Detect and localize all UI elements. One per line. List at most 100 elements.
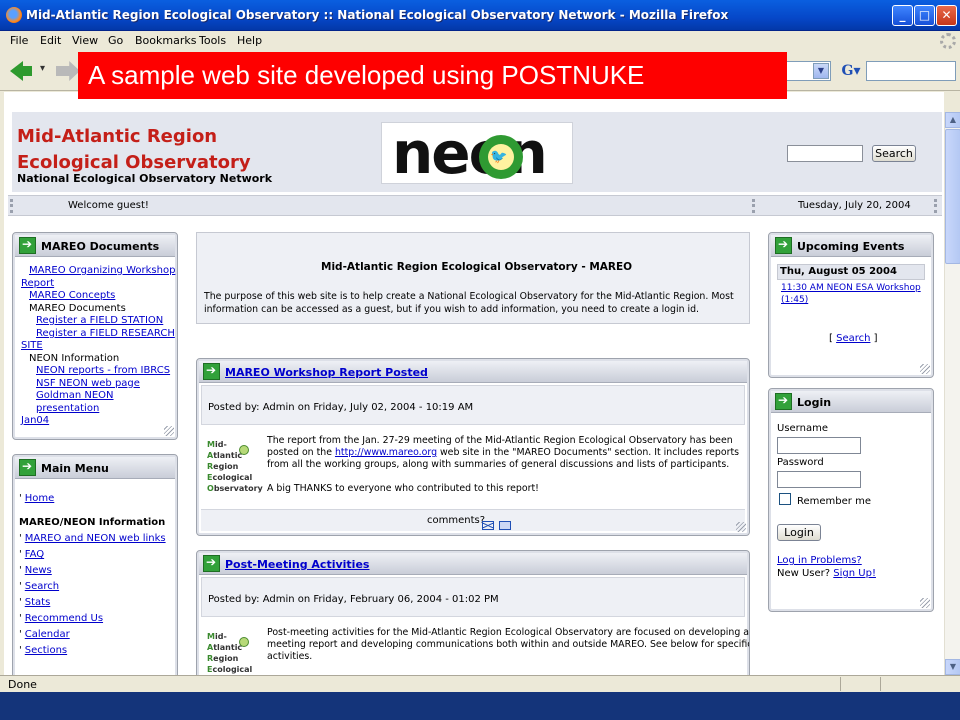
doc-link[interactable]: NEON reports - from IBRCS: [21, 365, 176, 378]
block-title: Main Menu: [41, 462, 109, 475]
scroll-up-icon[interactable]: ▲: [945, 112, 960, 128]
close-button[interactable]: ✕: [936, 5, 957, 26]
logo-word: bservatory: [213, 484, 263, 493]
article-post-meeting: Post-Meeting Activities Posted by: Admin…: [196, 550, 750, 675]
email-icon[interactable]: [482, 515, 494, 534]
menu-go[interactable]: Go: [108, 34, 123, 47]
menu-home-link[interactable]: Home: [25, 493, 55, 504]
google-search-icon[interactable]: G▾: [840, 60, 862, 82]
bird-icon: 🐦: [490, 149, 508, 165]
url-dropdown-icon[interactable]: ▼: [813, 63, 829, 79]
welcome-text: Welcome guest!: [68, 200, 149, 211]
signup-link[interactable]: Sign Up!: [833, 568, 876, 579]
logo-word: cological: [212, 473, 253, 482]
status-bar: Done: [0, 675, 960, 692]
menu-help[interactable]: Help: [237, 34, 262, 47]
login-button[interactable]: Login: [777, 524, 821, 541]
divider: [840, 677, 841, 691]
doc-link[interactable]: NSF NEON web page: [21, 378, 176, 391]
maximize-button[interactable]: □: [914, 5, 935, 26]
article-title-link[interactable]: Post-Meeting Activities: [225, 558, 369, 571]
divider: [752, 199, 755, 213]
article-posted: Posted by: Admin on Friday, February 06,…: [208, 594, 499, 605]
username-field[interactable]: [777, 437, 861, 454]
back-dropdown-icon[interactable]: ▾: [40, 63, 45, 74]
logo-word: egion: [213, 654, 239, 663]
arrow-icon: [775, 237, 792, 254]
events-search-link[interactable]: Search: [836, 333, 870, 344]
menu-link[interactable]: Sections: [25, 645, 67, 656]
menu-file[interactable]: File: [10, 34, 28, 47]
doc-link[interactable]: SITE: [21, 340, 176, 353]
doc-section: MAREO Documents: [29, 302, 126, 314]
menu-link[interactable]: Recommend Us: [25, 613, 103, 624]
doc-link[interactable]: Report: [21, 278, 176, 291]
doc-link[interactable]: MAREO Concepts: [21, 290, 176, 303]
arrow-icon: [19, 459, 36, 476]
article-meta: Posted by: Admin on Friday, July 02, 200…: [201, 385, 745, 425]
article-text: web site in the "MAREO Documents" sectio…: [437, 447, 740, 458]
vertical-scrollbar[interactable]: ▲ ▼: [944, 112, 960, 675]
scrollbar-thumb[interactable]: [945, 129, 960, 264]
mareo-logo: Mid- Atlantic Region Ecological: [207, 631, 252, 675]
menu-link[interactable]: Search: [25, 581, 59, 592]
forward-arrow-icon[interactable]: [56, 61, 80, 81]
article-text: posted on the: [267, 447, 335, 458]
menu-tools[interactable]: Tools: [199, 34, 226, 47]
event-link[interactable]: 11:30 AM NEON ESA Workshop: [781, 283, 921, 293]
menu-link[interactable]: Stats: [25, 597, 51, 608]
site-title: Mid-Atlantic Region Ecological Observato…: [17, 124, 251, 176]
comments-link[interactable]: comments?: [427, 515, 485, 528]
scroll-down-icon[interactable]: ▼: [945, 659, 960, 675]
doc-link[interactable]: Goldman NEON presentation: [21, 390, 176, 415]
block-header: MAREO Documents: [15, 235, 175, 257]
events-block: Upcoming Events Thu, August 05 2004 11:3…: [768, 232, 934, 378]
resize-grip-icon: [920, 598, 930, 608]
status-text: Done: [8, 678, 37, 691]
block-header: Upcoming Events: [771, 235, 931, 257]
article-text: activities.: [267, 651, 313, 662]
menu-link[interactable]: FAQ: [25, 549, 44, 560]
new-user-label: New User?: [777, 568, 831, 579]
event-date: Thu, August 05 2004: [780, 266, 897, 277]
minimize-button[interactable]: _: [892, 5, 913, 26]
doc-link[interactable]: Register a FIELD STATION: [21, 315, 176, 328]
menu-view[interactable]: View: [72, 34, 98, 47]
arrow-icon: [775, 393, 792, 410]
username-label: Username: [777, 423, 828, 434]
overlay-caption: A sample web site developed using POSTNU…: [78, 52, 787, 99]
mareo-url-link[interactable]: http://www.mareo.org: [335, 447, 437, 458]
article-title-link[interactable]: MAREO Workshop Report Posted: [225, 366, 428, 379]
login-problems-link[interactable]: Log in Problems?: [777, 555, 862, 568]
mareo-logo: Mid- Atlantic Region Ecological Observat…: [207, 439, 263, 494]
logo-letter: M: [207, 632, 215, 641]
menu-link[interactable]: Calendar: [25, 629, 70, 640]
menu-bookmarks[interactable]: Bookmarks: [135, 34, 196, 47]
doc-link[interactable]: MAREO Organizing Workshop: [21, 265, 176, 278]
globe-icon: [239, 637, 249, 647]
doc-link[interactable]: Register a FIELD RESEARCH: [21, 328, 176, 341]
event-duration[interactable]: (1:45): [781, 295, 808, 305]
menu-link[interactable]: News: [25, 565, 52, 576]
browser-window: Mid-Atlantic Region Ecological Observato…: [0, 0, 960, 692]
intro-line: information can be accessed as a guest, …: [204, 304, 700, 315]
globe-icon: [239, 445, 249, 455]
menu-edit[interactable]: Edit: [40, 34, 61, 47]
password-field[interactable]: [777, 471, 861, 488]
arrow-icon: [19, 237, 36, 254]
title-bar: Mid-Atlantic Region Ecological Observato…: [0, 0, 960, 31]
back-arrow-icon[interactable]: [10, 61, 32, 81]
web-search-input[interactable]: [866, 61, 956, 81]
doc-link[interactable]: Jan04: [21, 415, 176, 428]
block-header: MAREO Workshop Report Posted: [199, 361, 747, 383]
article-text: posted on the http://www.mareo.org web s…: [267, 447, 739, 460]
site-search-button[interactable]: Search: [872, 145, 916, 162]
menu-link[interactable]: MAREO and NEON web links: [25, 533, 166, 544]
intro-panel: Mid-Atlantic Region Ecological Observato…: [196, 232, 750, 324]
print-icon[interactable]: [499, 515, 511, 534]
neon-logo: neon 🐦: [381, 122, 573, 184]
site-search-input[interactable]: [787, 145, 863, 162]
remember-checkbox[interactable]: [779, 493, 791, 505]
page-content: Mid-Atlantic Region Ecological Observato…: [0, 92, 944, 675]
intro-line: The purpose of this web site is to help …: [204, 291, 734, 302]
